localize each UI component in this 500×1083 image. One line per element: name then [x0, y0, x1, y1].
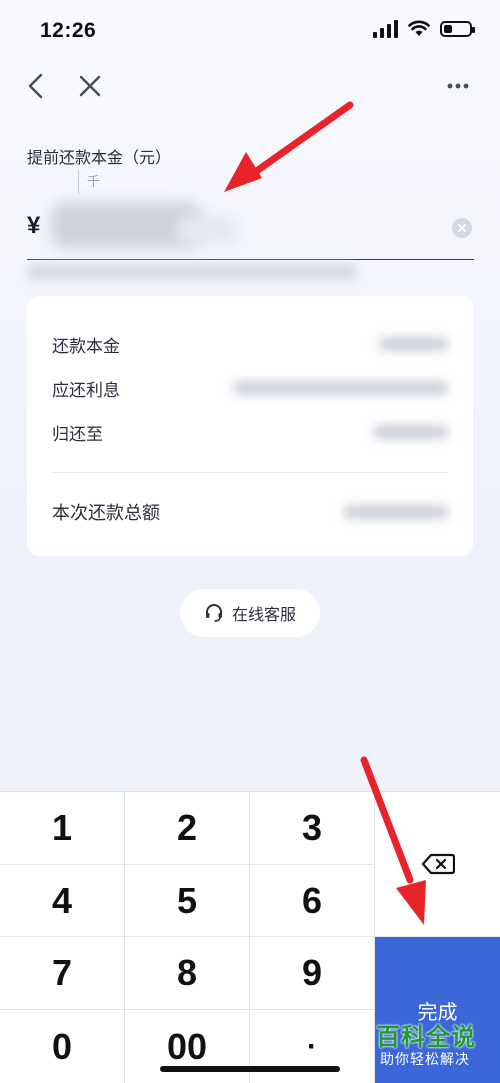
chevron-left-icon — [28, 73, 43, 99]
card-divider — [52, 472, 448, 473]
key-7[interactable]: 7 — [0, 937, 125, 1010]
detail-label: 应还利息 — [52, 380, 120, 400]
online-service-button[interactable]: 在线客服 — [180, 589, 320, 637]
amount-label: 提前还款本金（元） — [27, 150, 172, 167]
detail-value-redacted — [373, 425, 448, 439]
amount-hint-redacted — [27, 264, 357, 280]
status-time: 12:26 — [40, 19, 97, 42]
cellular-signal-icon — [373, 20, 398, 38]
currency-symbol: ¥ — [27, 212, 41, 239]
detail-label: 归还至 — [52, 424, 103, 444]
online-service-label: 在线客服 — [231, 607, 296, 624]
clear-icon — [458, 224, 466, 232]
key-0[interactable]: 0 — [0, 1010, 125, 1083]
close-button[interactable] — [72, 68, 108, 104]
detail-value-redacted — [378, 337, 448, 351]
key-8[interactable]: 8 — [125, 937, 250, 1010]
battery-level — [444, 25, 453, 33]
detail-row-total: 本次还款总额 — [52, 498, 448, 526]
detail-row-principal: 还款本金 — [52, 330, 448, 358]
watermark-main-text: 百科全说 — [376, 1024, 476, 1051]
detail-value-redacted — [233, 381, 448, 395]
unit-hint: 千 — [78, 170, 100, 194]
key-3[interactable]: 3 — [250, 792, 375, 865]
detail-row-interest: 应还利息 — [52, 374, 448, 402]
battery-icon — [440, 21, 475, 37]
watermark-logo: 百科全说 助你轻松解决 — [372, 1015, 490, 1075]
clear-input-button[interactable] — [452, 218, 472, 238]
detail-row-account: 归还至 — [52, 418, 448, 446]
headset-icon — [205, 604, 222, 622]
back-button[interactable] — [18, 68, 54, 104]
detail-label: 还款本金 — [52, 336, 120, 356]
total-label: 本次还款总额 — [52, 503, 160, 523]
key-2[interactable]: 2 — [125, 792, 250, 865]
more-dots-icon — [447, 83, 469, 89]
key-5[interactable]: 5 — [125, 865, 250, 937]
amount-value-redacted-tail — [177, 216, 237, 244]
wifi-icon — [408, 20, 430, 36]
key-9[interactable]: 9 — [250, 937, 375, 1010]
delete-key[interactable] — [375, 792, 500, 937]
backspace-icon — [421, 853, 455, 875]
key-00[interactable]: 00 — [125, 1010, 250, 1083]
more-button[interactable] — [440, 68, 476, 104]
repayment-details-card: 还款本金 应还利息 归还至 本次还款总额 — [27, 296, 473, 556]
watermark-sub-text: 助你轻松解决 — [380, 1051, 470, 1067]
amount-input[interactable]: ¥ — [27, 196, 474, 260]
arrow-to-amount-input — [224, 101, 354, 192]
status-bar: 12:26 — [0, 0, 500, 62]
key-4[interactable]: 4 — [0, 865, 125, 937]
close-icon — [79, 75, 101, 97]
nav-bar — [0, 62, 500, 110]
home-indicator — [160, 1066, 340, 1072]
status-icons — [373, 20, 475, 38]
key-decimal-point[interactable]: · — [250, 1010, 375, 1083]
total-value-redacted — [343, 505, 448, 519]
key-1[interactable]: 1 — [0, 792, 125, 865]
key-6[interactable]: 6 — [250, 865, 375, 937]
